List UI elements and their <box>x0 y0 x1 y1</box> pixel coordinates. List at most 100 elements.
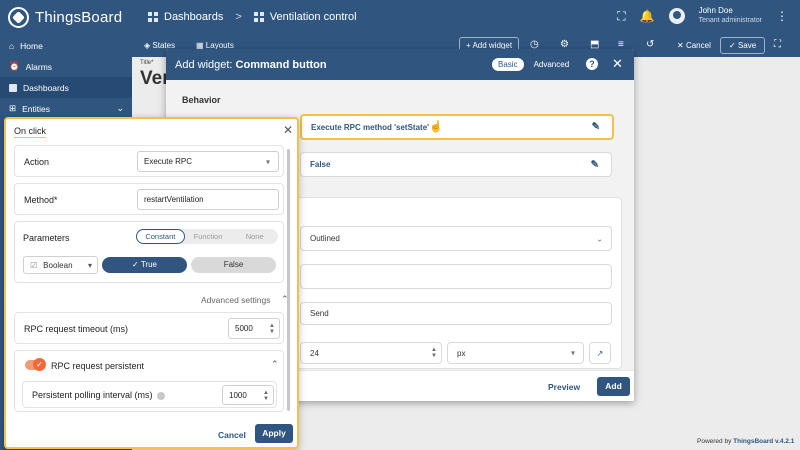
parameters-label: Parameters <box>23 233 70 243</box>
mode-advanced-button[interactable]: Advanced <box>528 58 576 71</box>
stepper-icon[interactable]: ▲ ▼ <box>263 390 269 402</box>
arrow-up-right-icon: ↗ <box>596 348 604 358</box>
add-button[interactable]: Add <box>597 377 630 396</box>
help-icon[interactable]: ? <box>586 58 598 70</box>
chevron-up-icon[interactable]: ⌃ <box>271 359 279 370</box>
title-field-label: Title* <box>140 60 154 66</box>
timeout-row: RPC request timeout (ms) 5000 ▲ ▼ <box>14 312 284 344</box>
parameters-mode-toggle: Constant Function None <box>136 229 278 244</box>
on-click-field[interactable]: Execute RPC method 'setState' ✎ <box>300 114 614 140</box>
stepper-icon[interactable]: ▲ ▼ <box>431 347 437 359</box>
font-size-value: 24 <box>310 348 319 358</box>
polling-input[interactable]: 1000 ▲ ▼ <box>222 385 274 405</box>
sidebar-item-label: Entities <box>22 103 50 114</box>
chevron-down-icon: ▾ <box>570 348 575 358</box>
undo-history-icon[interactable]: ↺ <box>646 39 654 50</box>
user-info[interactable]: John Doe Tenant administrator <box>699 6 762 26</box>
action-select[interactable]: Execute RPC ▾ <box>137 151 279 172</box>
true-label: True <box>140 260 157 269</box>
label-field-empty[interactable] <box>300 264 612 289</box>
breadcrumb-current: Ventilation control <box>269 11 357 23</box>
method-input[interactable]: restartVentilation <box>137 189 279 210</box>
font-unit-value: px <box>457 348 466 358</box>
powered-brand[interactable]: ThingsBoard v.4.2.1 <box>733 438 794 445</box>
preview-button[interactable]: Preview <box>548 382 580 392</box>
method-row: Method* restartVentilation <box>14 183 284 215</box>
font-unit-select[interactable]: px ▾ <box>447 342 584 364</box>
timeout-input[interactable]: 5000 ▲ ▼ <box>228 318 280 339</box>
timeout-value: 5000 <box>235 324 253 333</box>
layers-icon: ◈ <box>144 41 151 50</box>
persistent-toggle[interactable] <box>25 358 46 371</box>
sidebar-item-entities[interactable]: ⊞ Entities ⌄ <box>0 98 132 119</box>
avatar[interactable] <box>668 8 685 24</box>
thingsboard-logo-icon <box>8 7 29 28</box>
on-click-popup: On click ✕ Action Execute RPC ▾ Method* … <box>4 117 299 449</box>
user-name: John Doe <box>698 6 733 15</box>
disabled-state-field[interactable]: False ✎ <box>300 152 612 177</box>
polling-label: Persistent polling interval (ms) <box>32 390 165 400</box>
edit-icon[interactable]: ✎ <box>592 122 600 133</box>
fullscreen-icon[interactable]: ⛶ <box>617 9 625 24</box>
popup-scrollbar[interactable] <box>287 149 290 411</box>
home-icon: ⌂ <box>9 40 15 51</box>
sidebar-item-label: Home <box>20 40 43 51</box>
stepper-icon[interactable]: ▲ ▼ <box>269 323 275 335</box>
dashboard-icon <box>253 12 264 22</box>
method-label: Method* <box>24 195 58 205</box>
timeout-label: RPC request timeout (ms) <box>24 324 129 334</box>
save-label: Save <box>737 41 757 50</box>
label-input[interactable]: Send <box>300 302 612 325</box>
value-type-select[interactable]: ☑ Boolean ▾ <box>23 256 98 274</box>
dialog-title: Add widget: Command button <box>175 59 327 71</box>
sidebar-item-label: Alarms <box>25 61 53 72</box>
app-logo[interactable]: ThingsBoard <box>8 7 122 28</box>
popup-title: On click <box>14 126 47 138</box>
top-bar: ThingsBoard Dashboards > Ventilation con… <box>0 0 800 35</box>
true-button[interactable]: ✓ True <box>102 257 187 273</box>
param-mode-function[interactable]: Function <box>185 229 232 244</box>
alarm-icon: ⏰ <box>9 61 20 71</box>
close-icon[interactable]: ✕ <box>612 56 623 72</box>
close-icon: ✕ <box>677 41 684 50</box>
more-vert-icon[interactable]: ⋮ <box>776 9 788 23</box>
save-button[interactable]: ✓ Save <box>720 37 766 54</box>
close-icon[interactable]: ✕ <box>283 123 293 137</box>
advanced-settings-toggle[interactable]: Advanced settings <box>201 295 270 305</box>
chevron-down-icon: ⌄ <box>116 103 124 113</box>
check-icon: ✓ <box>132 260 139 269</box>
chevron-down-icon: ▾ <box>265 157 270 166</box>
font-size-input[interactable]: 24 ▲ ▼ <box>300 342 442 364</box>
powered-by: Powered by ThingsBoard v.4.2.1 <box>697 438 794 445</box>
edit-icon[interactable]: ✎ <box>591 159 599 170</box>
boolean-type-icon: ☑ <box>30 260 38 270</box>
fullscreen-icon[interactable]: ⛶ <box>774 39 781 50</box>
top-actions: ⛶ 🔔 John Doe Tenant administrator ⋮ <box>617 6 788 26</box>
entities-icon: ⊞ <box>9 103 17 113</box>
param-mode-constant[interactable]: Constant <box>136 229 185 244</box>
apply-button[interactable]: Apply <box>255 424 293 443</box>
dialog-title-prefix: Add widget: <box>175 58 233 71</box>
cancel-edit-button[interactable]: ✕ Cancel <box>677 41 711 50</box>
notifications-icon[interactable]: 🔔 <box>640 9 655 23</box>
check-icon: ✓ <box>729 41 736 50</box>
persistent-label: RPC request persistent <box>51 361 145 371</box>
dialog-title-widget: Command button <box>235 58 327 71</box>
hand-cursor-icon: ☝ <box>429 121 443 133</box>
breadcrumb-dashboards[interactable]: Dashboards <box>164 11 223 23</box>
false-button[interactable]: False <box>191 257 276 273</box>
param-mode-none[interactable]: None <box>231 229 278 244</box>
sidebar-item-alarms[interactable]: ⏰ Alarms <box>0 56 132 77</box>
sidebar-item-dashboards[interactable]: Dashboards <box>0 77 132 98</box>
user-role: Tenant administrator <box>698 17 762 24</box>
help-icon[interactable] <box>156 391 165 400</box>
open-in-new-button[interactable]: ↗ <box>589 342 611 364</box>
mode-basic-button[interactable]: Basic <box>492 58 524 71</box>
disabled-state-value: False <box>310 160 331 169</box>
sidebar-item-home[interactable]: ⌂ Home <box>0 35 132 56</box>
breadcrumb-separator: > <box>235 11 242 23</box>
mode-toggle: Basic Advanced <box>492 58 575 71</box>
value-type-label: Boolean <box>43 260 73 270</box>
cancel-button[interactable]: Cancel <box>218 430 246 440</box>
button-style-select[interactable]: Outlined ⌄ <box>300 226 612 251</box>
